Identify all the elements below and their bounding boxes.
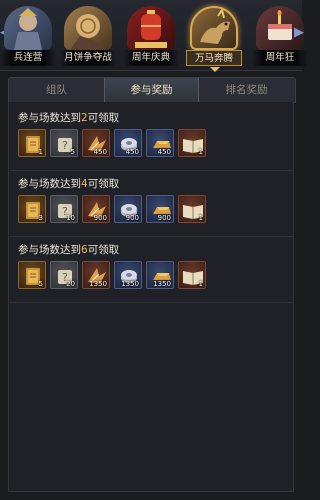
event-label: 万马奔腾 xyxy=(186,50,242,66)
reward-item-coin-stack[interactable]: 900 xyxy=(114,195,142,223)
event-tab-3[interactable]: 万马奔腾 xyxy=(186,6,242,72)
reward-row: 参与场数达到4可领取 3 ? 10 900 900 900 1 xyxy=(8,170,294,237)
reward-item-gold-bar[interactable]: 1350 xyxy=(146,261,174,289)
reward-item-exp-wing[interactable]: 1350 xyxy=(82,261,110,289)
soldier-portrait-icon xyxy=(4,6,52,50)
required-count: 4 xyxy=(81,178,88,190)
event-tab-2[interactable]: 周年庆典 xyxy=(123,6,179,66)
event-strip: ◀ 兵连营 月饼争夺战 周年庆典 万马奔腾 周年狂 ▶ xyxy=(0,0,308,72)
selected-caret-icon xyxy=(210,67,220,72)
reward-item-scroll-book[interactable]: 1 xyxy=(18,129,46,157)
anniversary-lantern-icon xyxy=(127,6,175,50)
required-count: 2 xyxy=(81,112,88,124)
reward-row: 参与场数达到2可领取 1 ? 5 450 450 450 1 xyxy=(8,104,294,171)
reward-item-scroll-book[interactable]: 3 xyxy=(18,195,46,223)
tab-team[interactable]: 组队 xyxy=(9,78,104,102)
event-label: 月饼争夺战 xyxy=(60,50,116,66)
reward-item-exp-wing[interactable]: 450 xyxy=(82,129,110,157)
event-label: 周年狂 xyxy=(252,50,308,66)
reward-item-open-book[interactable]: 1 xyxy=(178,261,206,289)
scroll-right-arrow-icon[interactable]: ▶ xyxy=(294,26,304,40)
galloping-horses-icon xyxy=(190,6,238,50)
tab-participation-reward[interactable]: 参与奖励 xyxy=(104,78,199,102)
reward-item-coin-stack[interactable]: 1350 xyxy=(114,261,142,289)
reward-item-open-book[interactable]: 1 xyxy=(178,129,206,157)
event-tab-0[interactable]: 兵连营 xyxy=(0,6,56,66)
row-title: 参与场数达到6可领取 xyxy=(18,244,120,256)
event-label: 兵连营 xyxy=(0,50,56,66)
event-label: 周年庆典 xyxy=(123,50,179,66)
tab-ranking-reward[interactable]: 排名奖励 xyxy=(199,78,294,102)
required-count: 6 xyxy=(81,244,88,256)
reward-item-coin-stack[interactable]: 450 xyxy=(114,129,142,157)
reward-item-open-book[interactable]: 1 xyxy=(178,195,206,223)
reward-item-mystery-box[interactable]: ? 20 xyxy=(50,261,78,289)
reward-row: 参与场数达到6可领取 5 ? 20 1350 1350 1350 1 xyxy=(8,236,294,303)
reward-item-scroll-book[interactable]: 5 xyxy=(18,261,46,289)
reward-item-gold-bar[interactable]: 900 xyxy=(146,195,174,223)
event-tab-1[interactable]: 月饼争夺战 xyxy=(60,6,116,66)
row-title: 参与场数达到4可领取 xyxy=(18,178,120,190)
reward-item-mystery-box[interactable]: ? 10 xyxy=(50,195,78,223)
row-title: 参与场数达到2可领取 xyxy=(18,112,120,124)
reward-item-gold-bar[interactable]: 450 xyxy=(146,129,174,157)
mooncake-battle-icon xyxy=(64,6,112,50)
tab-bar: 组队 参与奖励 排名奖励 xyxy=(8,77,296,103)
reward-item-exp-wing[interactable]: 900 xyxy=(82,195,110,223)
reward-item-mystery-box[interactable]: ? 5 xyxy=(50,129,78,157)
svg-text:?: ? xyxy=(62,139,68,152)
